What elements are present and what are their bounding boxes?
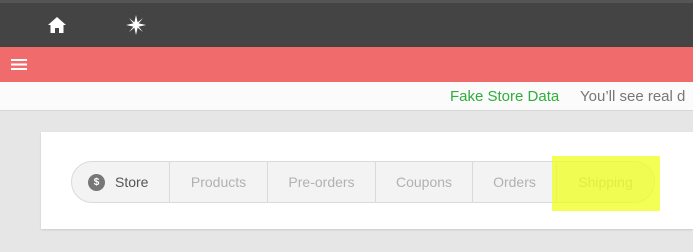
compass-star-icon[interactable] (124, 13, 148, 37)
tab-store[interactable]: $ Store (72, 162, 170, 202)
home-icon[interactable] (45, 13, 69, 37)
nav-bar (0, 47, 693, 82)
tab-shipping[interactable]: Shipping (557, 162, 654, 202)
tab-store-label: Store (115, 174, 149, 190)
tab-products[interactable]: Products (170, 162, 268, 202)
hamburger-menu-icon[interactable] (9, 56, 29, 73)
fake-store-data-link[interactable]: Fake Store Data (450, 88, 559, 105)
top-toolbar (0, 0, 693, 47)
tab-coupons[interactable]: Coupons (376, 162, 473, 202)
dollar-coin-icon: $ (88, 173, 105, 191)
tab-orders[interactable]: Orders (473, 162, 557, 202)
fake-data-notice: Fake Store Data You’ll see real d (0, 82, 693, 111)
notice-text: You’ll see real d (580, 88, 686, 105)
tab-pre-orders[interactable]: Pre-orders (268, 162, 376, 202)
store-tabs: $ Store Products Pre-orders Coupons Orde… (71, 161, 655, 203)
